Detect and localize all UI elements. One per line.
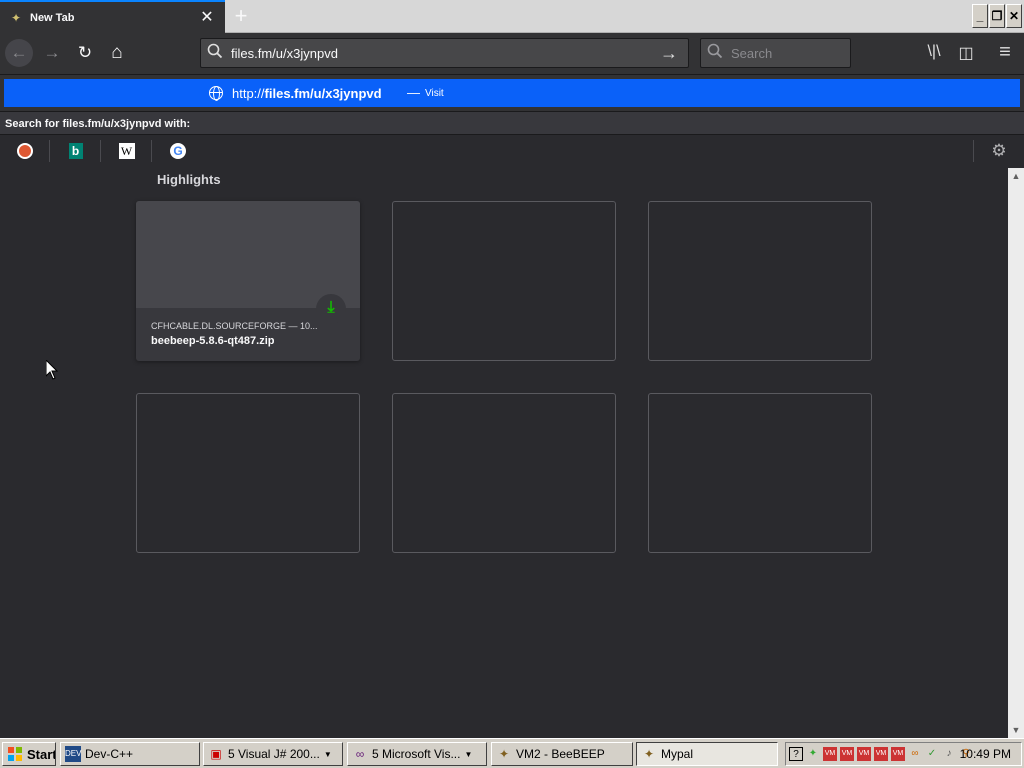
taskbar-item-mypal[interactable]: ✦ Mypal	[636, 742, 778, 766]
tab-title: New Tab	[30, 11, 75, 24]
tray-vm-icon[interactable]: VM	[840, 747, 854, 761]
chevron-down-icon: ▼	[464, 749, 473, 759]
new-tab-content: Highlights ⤓ CFHCABLE.DL.SOURCEFORGE — 1…	[0, 168, 1008, 738]
bing-icon: b	[68, 143, 83, 159]
search-icon	[707, 43, 731, 63]
duckduckgo-icon	[16, 143, 33, 159]
taskbar-item-beebeep[interactable]: ✦ VM2 - BeeBEEP	[491, 742, 633, 766]
engine-duckduckgo[interactable]	[0, 140, 50, 162]
google-icon: G	[170, 143, 186, 159]
tray-vs-icon[interactable]: ∞	[908, 747, 922, 761]
url-input[interactable]: files.fm/u/x3jynpvd	[231, 46, 660, 61]
windows-logo-icon	[7, 746, 23, 762]
taskbar-item-label: Mypal	[661, 747, 694, 761]
highlight-card-empty	[648, 201, 872, 361]
minimize-button[interactable]: _	[972, 4, 988, 28]
tab-close-icon[interactable]: ✕	[199, 9, 215, 26]
window-close-button[interactable]: ✕	[1006, 4, 1022, 28]
autocomplete-visit-row[interactable]: http://files.fm/u/x3jynpvd — Visit	[4, 79, 1020, 107]
engine-google[interactable]: G	[153, 140, 203, 162]
mouse-cursor-icon	[46, 360, 58, 380]
start-label: Start	[27, 746, 56, 762]
taskbar-item-label: 5 Microsoft Vis...	[372, 747, 461, 761]
highlights-title: Highlights	[157, 172, 221, 187]
new-tab-button[interactable]: +	[230, 5, 252, 28]
autocomplete-url: http://files.fm/u/x3jynpvd	[232, 86, 382, 101]
start-button[interactable]: Start	[2, 742, 56, 766]
autocomplete-action: Visit	[425, 88, 444, 99]
menu-icon[interactable]: ≡	[995, 41, 1015, 63]
highlight-card-download[interactable]: ⤓ CFHCABLE.DL.SOURCEFORGE — 10... beebee…	[136, 201, 360, 361]
taskbar-item-microsoft-vis[interactable]: ∞ 5 Microsoft Vis... ▼	[347, 742, 487, 766]
globe-icon	[209, 86, 223, 101]
chevron-down-icon: ▼	[323, 749, 332, 759]
taskbar-item-devcpp[interactable]: DEV Dev-C++	[60, 742, 200, 766]
go-arrow-icon[interactable]: →	[660, 43, 688, 64]
wikipedia-icon: W	[118, 143, 135, 159]
system-tray: ? ✦ VM VM VM VM VM ∞ ✓ ♪ ⚲ 10:49 PM	[785, 742, 1022, 766]
taskbar-item-label: VM2 - BeeBEEP	[516, 747, 605, 761]
autocomplete-separator: —	[407, 85, 420, 100]
scroll-down-arrow-icon[interactable]: ▼	[1008, 722, 1024, 738]
search-icon	[207, 43, 231, 63]
engine-bing[interactable]: b	[51, 140, 101, 162]
card-source: CFHCABLE.DL.SOURCEFORGE — 10...	[151, 321, 318, 331]
restore-button[interactable]: ❐	[989, 4, 1005, 28]
search-with-label: Search for files.fm/u/x3jynpvd with:	[0, 111, 1024, 135]
back-button[interactable]: ←	[5, 39, 33, 67]
highlight-card-empty	[392, 201, 616, 361]
highlight-card-empty	[648, 393, 872, 553]
devcpp-icon: DEV	[65, 746, 81, 762]
highlight-card-empty	[392, 393, 616, 553]
scroll-up-arrow-icon[interactable]: ▲	[1008, 168, 1024, 184]
search-settings-gear-icon[interactable]: ⚙	[973, 140, 1024, 162]
autocomplete-popup: http://files.fm/u/x3jynpvd — Visit Searc…	[0, 74, 1024, 169]
tray-app-icon[interactable]: ✦	[806, 747, 820, 761]
taskbar-item-label: Dev-C++	[85, 747, 134, 761]
visual-jsharp-icon: ▣	[210, 747, 222, 761]
tab-new-tab[interactable]: ✦ New Tab ✕	[0, 0, 225, 33]
tray-vm-icon[interactable]: VM	[874, 747, 888, 761]
tray-vm-icon[interactable]: VM	[891, 747, 905, 761]
highlight-card-empty	[136, 393, 360, 553]
engine-wikipedia[interactable]: W	[102, 140, 152, 162]
tray-network-icon[interactable]: ✓	[925, 747, 939, 761]
navigation-toolbar: ← → ↻ ⌂ files.fm/u/x3jynpvd → Search \|\…	[0, 33, 1024, 74]
library-icon[interactable]: \|\	[924, 43, 944, 63]
search-input[interactable]: Search	[731, 46, 772, 61]
tray-volume-icon[interactable]: ♪	[942, 747, 956, 761]
beebeep-icon: ✦	[498, 747, 510, 761]
tray-vm-icon[interactable]: VM	[857, 747, 871, 761]
url-bar[interactable]: files.fm/u/x3jynpvd →	[200, 38, 689, 68]
search-bar[interactable]: Search	[700, 38, 851, 68]
vertical-scrollbar[interactable]: ▲ ▼	[1008, 168, 1024, 738]
reload-button[interactable]: ↻	[71, 39, 99, 67]
taskbar-item-label: 5 Visual J# 200...	[228, 747, 320, 761]
home-button[interactable]: ⌂	[103, 39, 131, 67]
forward-button[interactable]: →	[38, 39, 66, 67]
taskbar-clock: 10:49 PM	[959, 747, 1011, 761]
card-filename: beebeep-5.8.6-qt487.zip	[151, 335, 275, 347]
tab-strip: ✦ New Tab ✕ + _ ❐ ✕	[0, 0, 1024, 33]
tray-vm-icon[interactable]: VM	[823, 747, 837, 761]
help-icon[interactable]: ?	[789, 747, 803, 761]
sidebar-icon[interactable]: ◫	[956, 43, 976, 63]
visual-studio-icon: ∞	[355, 747, 365, 761]
windows-taskbar: Start DEV Dev-C++ ▣ 5 Visual J# 200... ▼…	[0, 738, 1024, 768]
download-icon: ⤓	[316, 294, 346, 324]
one-off-search-engines: b W G ⚙	[0, 135, 1024, 169]
card-thumbnail	[136, 201, 360, 308]
taskbar-item-visual-jsharp[interactable]: ▣ 5 Visual J# 200... ▼	[203, 742, 343, 766]
mypal-favicon-icon: ✦	[10, 10, 22, 25]
mypal-icon: ✦	[643, 747, 655, 761]
